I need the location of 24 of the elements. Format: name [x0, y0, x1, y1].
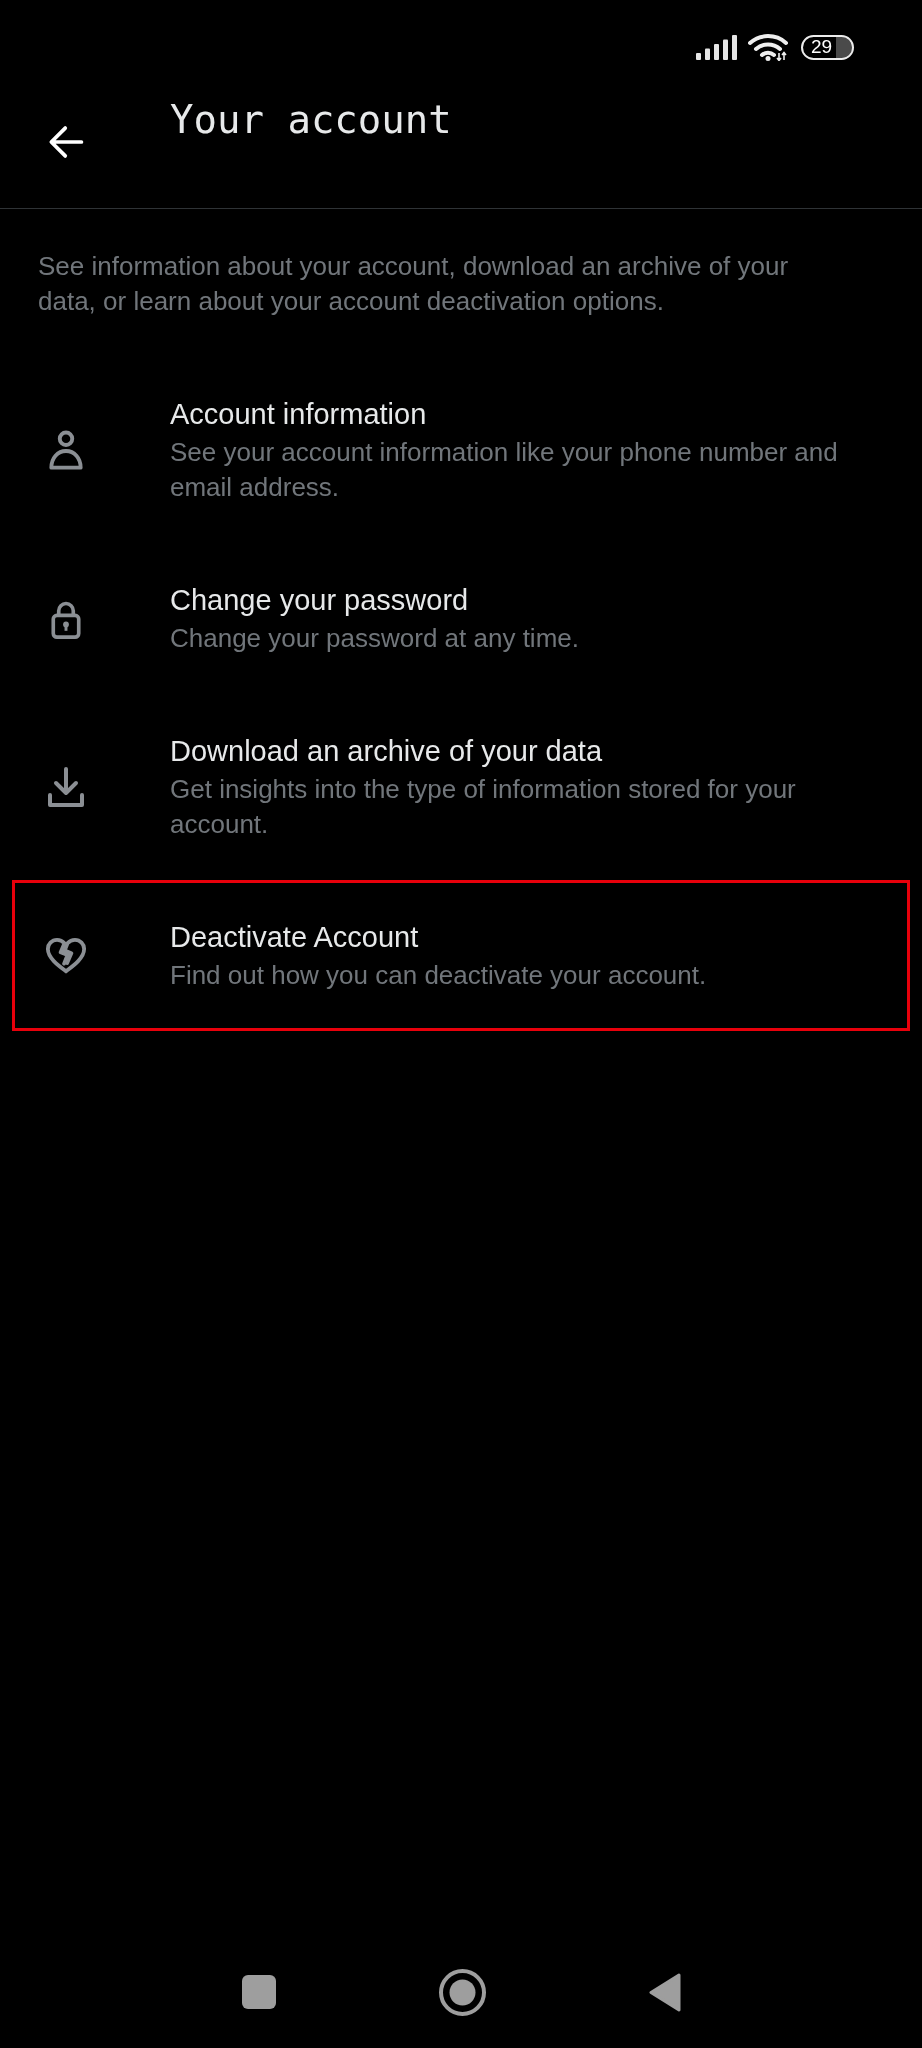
item-title: Download an archive of your data: [170, 734, 604, 769]
page-title: Your account: [170, 96, 452, 144]
person-icon: [46, 430, 86, 470]
battery-percentage: 29: [810, 37, 833, 57]
recents-icon[interactable]: [241, 1975, 276, 2009]
item-title: Change your password: [170, 583, 470, 618]
item-description: Find out how you can deactivate your account.: [170, 959, 707, 992]
item-description: Change your password at any time.: [170, 622, 579, 655]
menu-item[interactable]: Download an archive of your data Get insights into the type of information stored for your account.: [12, 694, 910, 880]
signal-icon: [696, 34, 737, 60]
broken-heart-icon: [46, 935, 86, 976]
menu-item[interactable]: Account information See your account information like your phone number and email address.: [12, 357, 910, 543]
menu-item[interactable]: Change your password Change your password at any time.: [12, 543, 910, 694]
item-title: Account information: [170, 397, 428, 432]
item-title: Deactivate Account: [170, 920, 420, 955]
back-arrow-icon[interactable]: [47, 125, 85, 159]
item-description: See your account information like your phone number and email address.: [170, 436, 839, 504]
wifi-icon: [748, 33, 790, 61]
download-icon: [46, 767, 86, 807]
menu-item[interactable]: Deactivate Account Find out how you can deactivate your account.: [12, 880, 910, 1031]
home-icon[interactable]: [438, 1968, 486, 2016]
item-description: Get insights into the type of information stored for your account.: [170, 773, 797, 841]
page-description: See information about your account, download an archive of your data, or learn about your account deactivation options.: [38, 250, 790, 318]
back-icon[interactable]: [648, 1972, 681, 2012]
